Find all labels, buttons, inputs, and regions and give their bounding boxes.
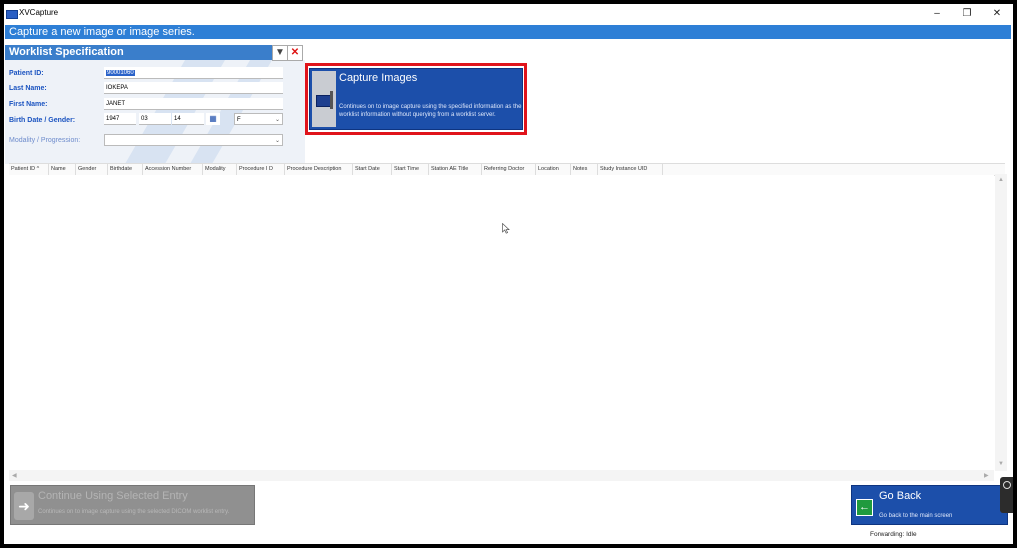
- column-header[interactable]: Study Instance UID: [598, 164, 663, 175]
- modality-label: Modality / Progression:: [9, 137, 81, 144]
- patient-id-label: Patient ID:: [9, 70, 44, 77]
- continue-title: Continue Using Selected Entry: [38, 490, 188, 502]
- pin-icon[interactable]: ▼: [272, 45, 288, 61]
- capture-images-button[interactable]: Capture Images Continues on to image cap…: [309, 68, 523, 130]
- close-window-button[interactable]: ✕: [984, 6, 1010, 22]
- go-back-button[interactable]: ← Go Back Go back to the main screen: [851, 485, 1008, 525]
- column-header[interactable]: Patient ID ^: [9, 164, 49, 175]
- capture-images-description: Continues on to image capture using the …: [339, 104, 522, 118]
- clear-icon[interactable]: ✕: [287, 45, 303, 61]
- gender-value: F: [237, 117, 241, 123]
- column-header[interactable]: Procedure Description: [285, 164, 353, 175]
- scroll-up-icon[interactable]: ▲: [998, 177, 1004, 183]
- column-header[interactable]: Birthdate: [108, 164, 143, 175]
- birth-year-field[interactable]: 1947: [104, 113, 136, 125]
- restore-button[interactable]: ❐: [954, 6, 980, 22]
- column-header[interactable]: Station AE Title: [429, 164, 482, 175]
- go-back-title: Go Back: [879, 490, 922, 502]
- capture-camera-icon: [312, 71, 336, 127]
- birth-day-field[interactable]: 14: [172, 113, 204, 125]
- title-bar: XVCapture – ❐ ✕: [4, 4, 1013, 24]
- worklist-grid-body[interactable]: [9, 175, 994, 470]
- calendar-icon[interactable]: ▦: [206, 113, 220, 125]
- side-tab-icon: [1003, 481, 1011, 489]
- vertical-scrollbar[interactable]: ▲ ▼: [995, 174, 1007, 471]
- capture-images-title: Capture Images: [339, 72, 418, 84]
- column-header[interactable]: Name: [49, 164, 76, 175]
- gender-select[interactable]: F ⌄: [234, 113, 283, 125]
- patient-id-value: 90001060: [106, 70, 135, 76]
- column-header[interactable]: Notes: [571, 164, 598, 175]
- app-window: XVCapture – ❐ ✕ Capture a new image or i…: [4, 4, 1013, 544]
- side-panel-tab[interactable]: [1000, 477, 1013, 513]
- continue-selected-entry-button[interactable]: ➜ Continue Using Selected Entry Continue…: [10, 485, 255, 525]
- mouse-cursor-icon: [502, 223, 510, 234]
- horizontal-scrollbar[interactable]: ◀ ▶: [9, 470, 994, 481]
- chevron-down-icon: ⌄: [274, 138, 280, 144]
- scroll-left-icon[interactable]: ◀: [12, 472, 17, 479]
- column-header[interactable]: Procedure I D: [237, 164, 285, 175]
- first-name-label: First Name:: [9, 101, 48, 108]
- column-header[interactable]: Gender: [76, 164, 108, 175]
- last-name-label: Last Name:: [9, 85, 47, 92]
- app-logo-icon: [6, 10, 18, 19]
- scroll-down-icon[interactable]: ▼: [998, 461, 1004, 467]
- column-header[interactable]: Start Date: [353, 164, 392, 175]
- window-title: XVCapture: [19, 8, 59, 17]
- forwarding-status: Forwarding: Idle: [870, 531, 917, 538]
- patient-id-field[interactable]: 90001060: [104, 67, 283, 79]
- column-header[interactable]: Start Time: [392, 164, 429, 175]
- continue-description: Continues on to image capture using the …: [38, 509, 230, 515]
- arrow-right-icon: ➜: [14, 492, 34, 520]
- page-banner: Capture a new image or image series.: [5, 25, 1011, 39]
- chevron-down-icon: ⌄: [274, 117, 280, 123]
- column-header[interactable]: Accession Number: [143, 164, 203, 175]
- birth-month-field[interactable]: 03: [139, 113, 171, 125]
- scroll-right-icon[interactable]: ▶: [984, 472, 989, 479]
- go-back-description: Go back to the main screen: [879, 513, 953, 519]
- column-header[interactable]: Referring Doctor: [482, 164, 536, 175]
- birth-gender-label: Birth Date / Gender:: [9, 117, 76, 124]
- minimize-button[interactable]: –: [924, 6, 950, 22]
- column-header[interactable]: Location: [536, 164, 571, 175]
- arrow-left-icon: ←: [856, 499, 873, 516]
- modality-select[interactable]: ⌄: [104, 134, 283, 146]
- column-header[interactable]: Modality: [203, 164, 237, 175]
- first-name-field[interactable]: JANET: [104, 98, 283, 110]
- worklist-spec-header: Worklist Specification: [5, 45, 273, 60]
- last-name-field[interactable]: IOKEPA: [104, 82, 283, 94]
